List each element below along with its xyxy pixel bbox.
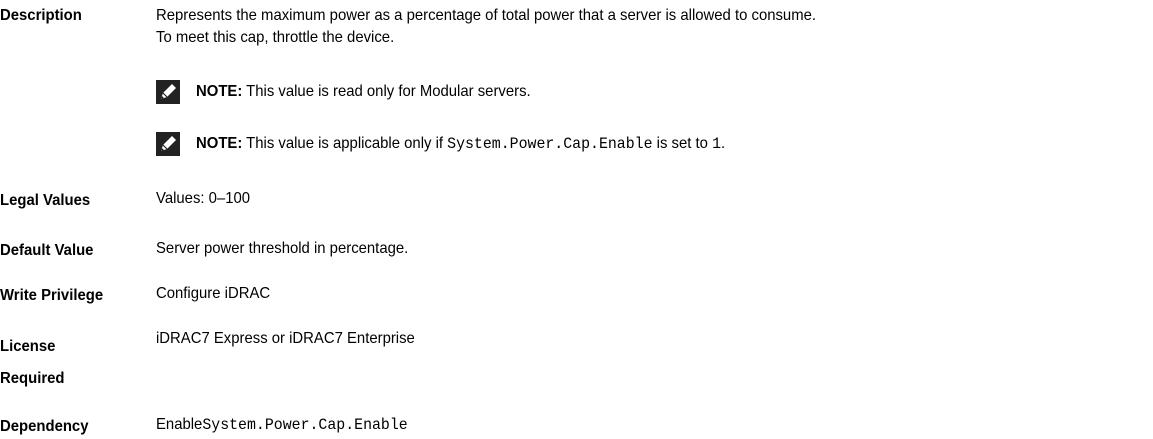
- legal-values-label: Legal Values: [0, 192, 91, 209]
- description-line-1: Represents the maximum power as a percen…: [156, 7, 817, 24]
- dependency-value: EnableSystem.Power.Cap.Enable: [156, 413, 408, 437]
- note-1-body: This value is read only for Modular serv…: [242, 83, 531, 100]
- note-2-before: This value is applicable only if: [242, 135, 448, 152]
- note-2-prefix: NOTE:: [196, 135, 243, 152]
- pencil-note-icon: [156, 80, 180, 104]
- default-value-label: Default Value: [0, 242, 94, 259]
- license-required-value: iDRAC7 Express or iDRAC7 Enterprise: [156, 330, 415, 347]
- write-privilege-label: Write Privilege: [0, 287, 104, 304]
- legal-values-value: Values: 0–100: [156, 190, 251, 207]
- note-2-after: .: [721, 135, 726, 152]
- dependency-prefix: Enable: [156, 416, 203, 433]
- write-privilege-value: Configure iDRAC: [156, 285, 271, 302]
- dependency-code: System.Power.Cap.Enable: [202, 416, 408, 434]
- description-label: Description: [0, 7, 82, 24]
- note-2-code-value: 1: [712, 135, 722, 153]
- default-value-value: Server power threshold in percentage.: [156, 240, 409, 257]
- license-required-label-line-1: License: [0, 338, 56, 355]
- note-2-code: System.Power.Cap.Enable: [447, 135, 653, 153]
- dependency-label: Dependency: [0, 418, 89, 435]
- note-1-prefix: NOTE:: [196, 83, 243, 100]
- description-line-2: To meet this cap, throttle the device.: [156, 29, 395, 46]
- pencil-note-icon: [156, 132, 180, 156]
- license-required-label-line-2: Required: [0, 370, 65, 387]
- note-1-text: NOTE: This value is read only for Modula…: [196, 80, 531, 104]
- note-2-text: NOTE: This value is applicable only if S…: [196, 132, 725, 156]
- note-2-mid: is set to: [652, 135, 713, 152]
